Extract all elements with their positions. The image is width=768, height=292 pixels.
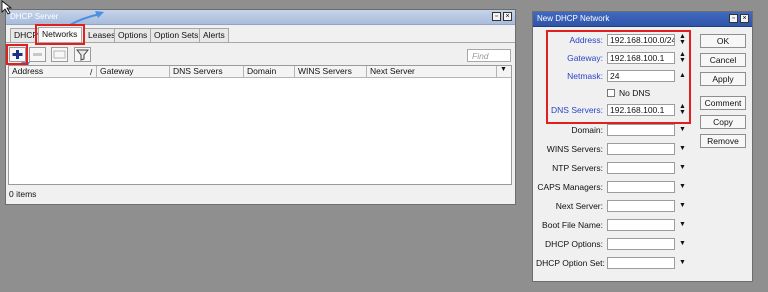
field-label: Gateway:: [567, 53, 603, 63]
no-dns-checkbox[interactable]: [607, 89, 615, 97]
dialog-titlebar[interactable]: New DHCP Network ▫ ×: [533, 12, 752, 27]
field-input[interactable]: [607, 219, 675, 231]
find-placeholder: Find: [472, 51, 489, 61]
field-input[interactable]: [607, 238, 675, 250]
minus-icon: [33, 53, 42, 56]
down-arrow-icon[interactable]: ▼: [679, 259, 686, 266]
sort-indicator: /: [90, 67, 93, 77]
up-arrow-icon[interactable]: ▲: [679, 72, 686, 79]
up-down-arrow-icon[interactable]: ▲ ▼: [679, 33, 686, 46]
remove-button[interactable]: [29, 47, 46, 62]
close-icon[interactable]: ×: [740, 14, 749, 23]
dialog-title: New DHCP Network: [537, 14, 610, 23]
tab-strip-line: [6, 42, 515, 43]
down-arrow-icon[interactable]: ▼: [679, 240, 686, 247]
no-dns-label: No DNS: [619, 88, 651, 98]
copy-button[interactable]: Copy: [700, 115, 746, 129]
down-arrow-icon[interactable]: ▼: [679, 221, 686, 228]
field-label: Next Server:: [555, 201, 603, 211]
up-down-arrow-icon[interactable]: ▲ ▼: [679, 51, 686, 64]
field-label: Netmask:: [567, 71, 603, 81]
networks-table[interactable]: [8, 65, 512, 185]
comment-button[interactable]: [51, 47, 68, 62]
dhcp-window-title: DHCP Server: [10, 12, 59, 21]
restore-icon[interactable]: ▫: [492, 12, 501, 21]
field-label: WINS Servers:: [546, 144, 603, 154]
field-label: DHCP Option Set:: [536, 258, 605, 268]
field-input[interactable]: [607, 124, 675, 136]
down-arrow-icon[interactable]: ▼: [679, 126, 686, 133]
tab-alerts[interactable]: Alerts: [199, 28, 229, 42]
dhcp-window-titlebar[interactable]: DHCP Server ▫ ×: [6, 10, 515, 25]
cancel-button[interactable]: Cancel: [700, 53, 746, 67]
filter-button[interactable]: [74, 47, 91, 62]
column-menu-icon[interactable]: ▼: [500, 66, 507, 73]
down-arrow-icon[interactable]: ▼: [679, 183, 686, 190]
field-input[interactable]: [607, 200, 675, 212]
plus-icon: [12, 50, 23, 59]
column-next-server[interactable]: Next Server: [367, 66, 497, 77]
field-input[interactable]: [607, 143, 675, 155]
field-label: Domain:: [571, 125, 603, 135]
field-label: CAPS Managers:: [537, 182, 603, 192]
field-input[interactable]: [607, 257, 675, 269]
column-dns-servers[interactable]: DNS Servers: [170, 66, 244, 77]
close-icon[interactable]: ×: [503, 12, 512, 21]
status-bar: 0 items: [9, 189, 37, 199]
field-input[interactable]: 192.168.100.1: [607, 104, 675, 116]
field-label: NTP Servers:: [552, 163, 603, 173]
note-icon: [53, 50, 66, 59]
field-input[interactable]: 192.168.100.0/24: [607, 34, 675, 46]
down-arrow-icon[interactable]: ▼: [679, 202, 686, 209]
apply-button[interactable]: Apply: [700, 72, 746, 86]
restore-icon[interactable]: ▫: [729, 14, 738, 23]
down-arrow-icon[interactable]: ▼: [679, 164, 686, 171]
field-input[interactable]: 24: [607, 70, 675, 82]
find-input[interactable]: Find: [467, 49, 511, 62]
filter-icon: [75, 49, 90, 61]
column-wins-servers[interactable]: WINS Servers: [295, 66, 367, 77]
field-label: DNS Servers:: [551, 105, 603, 115]
remove-button[interactable]: Remove: [700, 134, 746, 148]
column-gateway[interactable]: Gateway: [97, 66, 170, 77]
tab-networks[interactable]: Networks: [38, 27, 82, 43]
up-down-arrow-icon[interactable]: ▲ ▼: [679, 103, 686, 116]
ok-button[interactable]: OK: [700, 34, 746, 48]
field-input[interactable]: [607, 162, 675, 174]
down-arrow-icon[interactable]: ▼: [679, 145, 686, 152]
field-label: Address:: [569, 35, 603, 45]
comment-button[interactable]: Comment: [700, 96, 746, 110]
column-address[interactable]: Address: [9, 66, 97, 77]
field-label: DHCP Options:: [545, 239, 603, 249]
tab-option-sets[interactable]: Option Sets: [150, 28, 203, 42]
field-input[interactable]: 192.168.100.1: [607, 52, 675, 64]
field-input[interactable]: [607, 181, 675, 193]
add-button[interactable]: [9, 47, 26, 62]
tab-options[interactable]: Options: [114, 28, 152, 42]
column-domain[interactable]: Domain: [244, 66, 295, 77]
field-label: Boot File Name:: [542, 220, 603, 230]
